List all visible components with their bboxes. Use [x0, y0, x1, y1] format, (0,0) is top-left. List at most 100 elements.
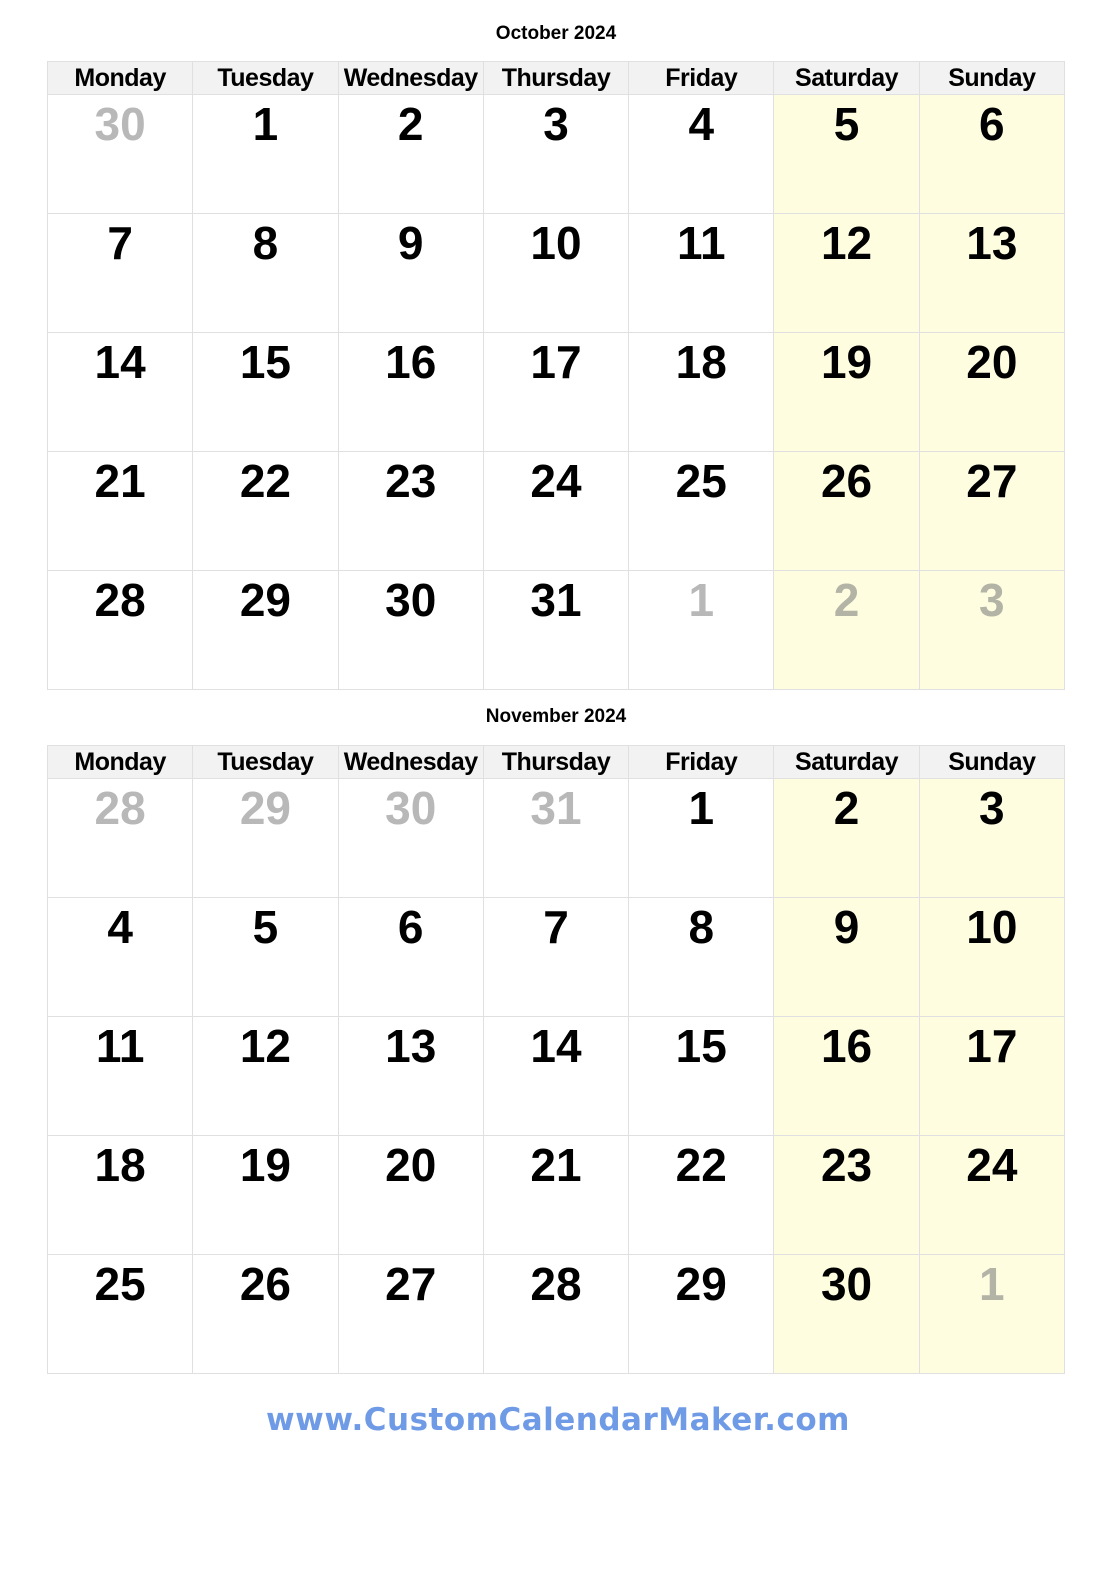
day-cell: 8 — [192, 213, 339, 333]
day-cell: 27 — [918, 451, 1066, 571]
day-cell: 16 — [337, 332, 484, 452]
day-cell: 22 — [192, 451, 339, 571]
weekday-header: Sunday — [918, 61, 1066, 95]
day-cell: 13 — [337, 1016, 484, 1136]
day-cell: 2 — [773, 570, 920, 690]
day-cell: 19 — [773, 332, 920, 452]
day-cell: 6 — [918, 94, 1066, 214]
day-cell: 4 — [628, 94, 775, 214]
weekday-header-row: Monday Tuesday Wednesday Thursday Friday Satu… — [46, 61, 1066, 95]
calendar-grid: Monday Tuesday Wednesday Thursday Friday Satu… — [46, 745, 1066, 1374]
day-cell: 14 — [46, 332, 194, 452]
week-row: 4 5 6 7 8 9 10 — [46, 897, 1066, 1017]
day-cell: 1 — [628, 570, 775, 690]
day-cell: 28 — [46, 778, 194, 898]
day-cell: 25 — [46, 1254, 194, 1374]
weekday-header: Tuesday — [192, 745, 339, 779]
day-cell: 3 — [918, 778, 1066, 898]
day-cell: 18 — [46, 1135, 194, 1255]
weekday-header: Thursday — [482, 61, 630, 95]
day-cell: 16 — [773, 1016, 920, 1136]
weekday-header: Friday — [628, 745, 775, 779]
day-cell: 13 — [918, 213, 1066, 333]
day-cell: 19 — [192, 1135, 339, 1255]
weekday-header: Monday — [46, 745, 194, 779]
week-row: 30 1 2 3 4 5 6 — [46, 94, 1066, 214]
week-row: 28 29 30 31 1 2 3 — [46, 570, 1066, 690]
day-cell: 3 — [482, 94, 630, 214]
day-cell: 26 — [773, 451, 920, 571]
day-cell: 29 — [628, 1254, 775, 1374]
day-cell: 17 — [482, 332, 630, 452]
week-row: 18 19 20 21 22 23 24 — [46, 1135, 1066, 1255]
day-cell: 27 — [337, 1254, 484, 1374]
day-cell: 2 — [773, 778, 920, 898]
website-footer: www.CustomCalendarMaker.com — [266, 1402, 850, 1438]
day-cell: 9 — [337, 213, 484, 333]
day-cell: 29 — [192, 570, 339, 690]
weekday-header: Friday — [628, 61, 775, 95]
day-cell: 12 — [192, 1016, 339, 1136]
week-row: 14 15 16 17 18 19 20 — [46, 332, 1066, 452]
month-title: November 2024 — [485, 706, 627, 727]
day-cell: 31 — [482, 570, 630, 690]
month-title: October 2024 — [495, 23, 617, 44]
day-cell: 10 — [482, 213, 630, 333]
day-cell: 31 — [482, 778, 630, 898]
day-cell: 28 — [46, 570, 194, 690]
weekday-header: Wednesday — [337, 61, 484, 95]
week-row: 25 26 27 28 29 30 1 — [46, 1254, 1066, 1374]
day-cell: 14 — [482, 1016, 630, 1136]
day-cell: 11 — [628, 213, 775, 333]
week-row: 11 12 13 14 15 16 17 — [46, 1016, 1066, 1136]
day-cell: 8 — [628, 897, 775, 1017]
weekday-header: Monday — [46, 61, 194, 95]
day-cell: 23 — [773, 1135, 920, 1255]
day-cell: 7 — [482, 897, 630, 1017]
day-cell: 18 — [628, 332, 775, 452]
day-cell: 4 — [46, 897, 194, 1017]
day-cell: 26 — [192, 1254, 339, 1374]
weekday-header: Saturday — [773, 745, 920, 779]
day-cell: 2 — [337, 94, 484, 214]
day-cell: 15 — [628, 1016, 775, 1136]
day-cell: 25 — [628, 451, 775, 571]
week-row: 21 22 23 24 25 26 27 — [46, 451, 1066, 571]
day-cell: 7 — [46, 213, 194, 333]
day-cell: 22 — [628, 1135, 775, 1255]
day-cell: 20 — [337, 1135, 484, 1255]
day-cell: 21 — [46, 451, 194, 571]
day-cell: 5 — [192, 897, 339, 1017]
day-cell: 1 — [192, 94, 339, 214]
day-cell: 30 — [337, 778, 484, 898]
weekday-header-row: Monday Tuesday Wednesday Thursday Friday Satu… — [46, 745, 1066, 779]
day-cell: 30 — [46, 94, 194, 214]
day-cell: 28 — [482, 1254, 630, 1374]
day-cell: 1 — [628, 778, 775, 898]
day-cell: 5 — [773, 94, 920, 214]
day-cell: 12 — [773, 213, 920, 333]
day-cell: 1 — [918, 1254, 1066, 1374]
day-cell: 23 — [337, 451, 484, 571]
day-cell: 29 — [192, 778, 339, 898]
day-cell: 3 — [918, 570, 1066, 690]
weekday-header: Sunday — [918, 745, 1066, 779]
weekday-header: Thursday — [482, 745, 630, 779]
day-cell: 30 — [773, 1254, 920, 1374]
week-row: 7 8 9 10 11 12 13 — [46, 213, 1066, 333]
day-cell: 20 — [918, 332, 1066, 452]
day-cell: 24 — [482, 451, 630, 571]
day-cell: 24 — [918, 1135, 1066, 1255]
day-cell: 11 — [46, 1016, 194, 1136]
day-cell: 10 — [918, 897, 1066, 1017]
day-cell: 6 — [337, 897, 484, 1017]
day-cell: 21 — [482, 1135, 630, 1255]
day-cell: 30 — [337, 570, 484, 690]
day-cell: 15 — [192, 332, 339, 452]
day-cell: 17 — [918, 1016, 1066, 1136]
day-cell: 9 — [773, 897, 920, 1017]
weekday-header: Tuesday — [192, 61, 339, 95]
weekday-header: Saturday — [773, 61, 920, 95]
calendar-grid: Monday Tuesday Wednesday Thursday Friday Satu… — [46, 61, 1066, 690]
weekday-header: Wednesday — [337, 745, 484, 779]
